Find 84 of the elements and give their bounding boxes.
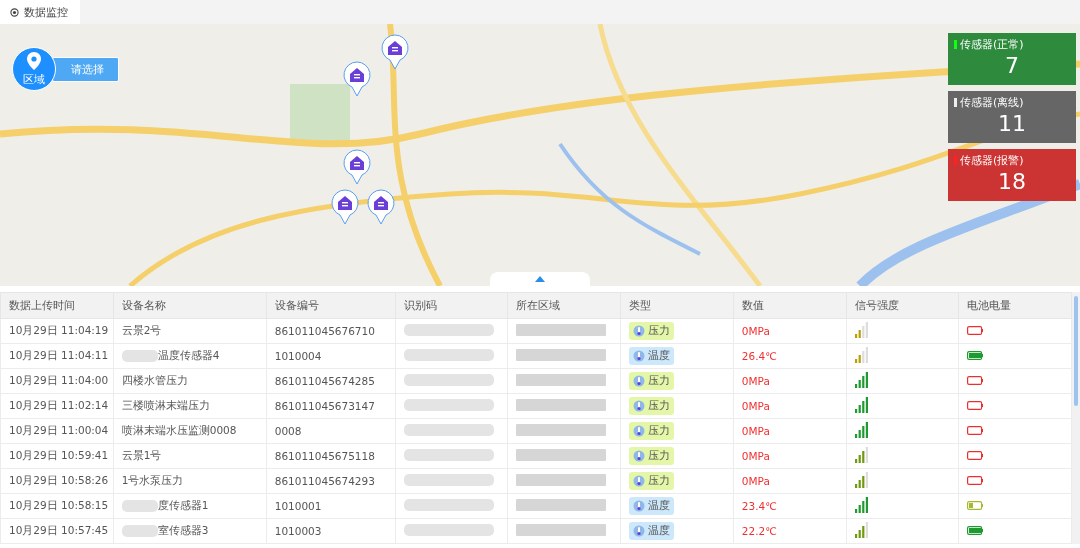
column-header: 数据上传时间	[0, 292, 114, 319]
table-cell: 10月29日 10:58:15	[0, 493, 114, 519]
map-marker-icon[interactable]	[330, 189, 360, 225]
table-cell: 度传感器1	[157, 499, 209, 513]
table-cell: 0MPa	[733, 368, 846, 394]
card-label: 传感器(报警)	[960, 153, 1024, 168]
table-cell: 26.4℃	[733, 343, 846, 369]
table-cell: 0MPa	[733, 393, 846, 419]
map-marker-icon[interactable]	[342, 149, 372, 185]
column-header: 设备名称	[113, 292, 267, 319]
thermometer-icon	[633, 475, 646, 487]
thermometer-icon	[633, 425, 646, 437]
region-label: 区域	[23, 71, 45, 87]
table-cell: 四楼水管压力	[121, 374, 188, 388]
type-tag: 压力	[629, 422, 675, 440]
table-cell: 1010001	[266, 493, 396, 519]
table-cell: 10月29日 11:02:14	[0, 393, 114, 419]
column-header: 电池电量	[958, 292, 1072, 319]
table-cell: 0MPa	[733, 318, 846, 344]
scrollbar[interactable]	[1072, 292, 1080, 544]
thermometer-icon	[633, 500, 646, 512]
table-cell: 10月29日 11:04:19	[0, 318, 114, 344]
table-cell: 22.2℃	[733, 518, 846, 544]
card-count: 7	[1004, 52, 1020, 80]
table-cell: 861011045674293	[266, 468, 396, 494]
redacted-block	[121, 500, 158, 512]
card-count: 18	[997, 168, 1027, 196]
table-cell: 861011045675118	[266, 443, 396, 469]
caret-up-icon	[535, 276, 545, 282]
card-label: 传感器(离线)	[960, 95, 1024, 110]
type-tag: 温度	[629, 347, 675, 365]
thermometer-icon	[633, 350, 646, 362]
type-tag: 压力	[629, 322, 675, 340]
type-tag: 压力	[629, 397, 675, 415]
collapse-handle[interactable]	[490, 272, 590, 286]
table-cell: 10月29日 10:58:26	[0, 468, 114, 494]
table-cell: 1010004	[266, 343, 396, 369]
table-cell: 861011045676710	[266, 318, 396, 344]
column-header: 设备编号	[266, 292, 396, 319]
table-cell: 1号水泵压力	[121, 474, 184, 488]
table-cell: 10月29日 11:04:11	[0, 343, 114, 369]
redacted-block	[121, 350, 158, 362]
column-header: 识别码	[395, 292, 508, 319]
table-cell: 1010003	[266, 518, 396, 544]
table-cell: 10月29日 10:59:41	[0, 443, 114, 469]
map-marker-icon[interactable]	[342, 61, 372, 97]
column-header: 类型	[620, 292, 734, 319]
table-cell: 室传感器3	[157, 524, 209, 538]
thermometer-icon	[633, 450, 646, 462]
type-tag: 压力	[629, 372, 675, 390]
thermometer-icon	[633, 375, 646, 387]
column-header: 信号强度	[846, 292, 959, 319]
table-cell: 23.4℃	[733, 493, 846, 519]
type-tag: 温度	[629, 497, 675, 515]
location-pin-icon	[27, 51, 41, 70]
table-cell: 云景1号	[121, 449, 162, 463]
table-cell: 0008	[266, 418, 396, 444]
thermometer-icon	[633, 525, 646, 537]
thermometer-icon	[633, 400, 646, 412]
table-cell: 三楼喷淋末端压力	[121, 399, 210, 413]
table-cell: 10月29日 11:04:00	[0, 368, 114, 394]
table-cell: 10月29日 10:57:45	[0, 518, 114, 544]
column-header: 所在区域	[507, 292, 621, 319]
table-cell: 云景2号	[121, 324, 162, 338]
table-cell: 0MPa	[733, 418, 846, 444]
card-count: 11	[997, 110, 1027, 138]
monitor-icon	[10, 7, 19, 17]
table-cell: 0MPa	[733, 443, 846, 469]
tab[interactable]: 数据监控	[0, 0, 80, 24]
card-label: 传感器(正常)	[960, 37, 1024, 52]
table-cell: 喷淋末端水压监测0008	[121, 424, 237, 438]
table-cell: 861011045674285	[266, 368, 396, 394]
table-cell: 温度传感器4	[157, 349, 220, 363]
map-marker-icon[interactable]	[380, 34, 410, 70]
table-cell: 861011045673147	[266, 393, 396, 419]
table-cell: 0MPa	[733, 468, 846, 494]
redacted-block	[121, 525, 158, 537]
column-header: 数值	[733, 292, 846, 319]
table-cell: 10月29日 11:00:04	[0, 418, 114, 444]
map-marker-icon[interactable]	[366, 189, 396, 225]
type-tag: 温度	[629, 522, 675, 540]
type-tag: 压力	[629, 472, 675, 490]
thermometer-icon	[633, 325, 646, 337]
type-tag: 压力	[629, 447, 675, 465]
